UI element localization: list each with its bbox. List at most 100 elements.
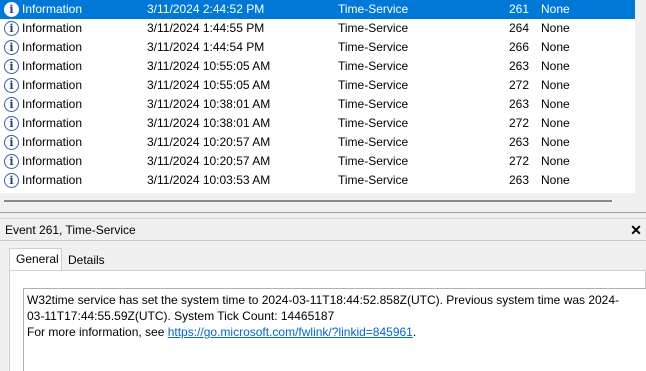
event-date-time: 3/11/2024 10:55:05 AM: [147, 59, 271, 73]
information-icon: i: [4, 21, 19, 36]
pane-splitter[interactable]: [0, 212, 646, 219]
information-icon-cell: i: [4, 38, 20, 57]
event-task-category: None: [541, 173, 570, 187]
event-id: 272: [508, 154, 529, 168]
event-date-time: 3/11/2024 2:44:52 PM: [147, 2, 265, 16]
event-id: 272: [508, 116, 529, 130]
event-task-category: None: [541, 135, 570, 149]
event-level: Information: [22, 40, 83, 54]
tab-general[interactable]: General: [9, 248, 62, 270]
event-source: Time-Service: [338, 116, 409, 130]
event-id: 263: [508, 59, 529, 73]
event-list-vertical-scrollbar[interactable]: [635, 0, 646, 200]
event-row[interactable]: i Information 3/11/2024 2:44:52 PM Time-Ser…: [0, 0, 635, 19]
event-details-title: Event 261, Time-Service: [5, 223, 136, 237]
event-level: Information: [22, 78, 83, 92]
event-details-pane: General Details W32time service has set …: [0, 241, 646, 371]
event-row[interactable]: i Information 3/11/2024 10:03:53 AM Time-Se…: [0, 171, 635, 190]
information-icon: i: [4, 59, 19, 74]
more-info-prefix: For more information, see: [27, 325, 168, 339]
event-id: 263: [508, 97, 529, 111]
tab-details[interactable]: Details: [62, 250, 106, 270]
event-level: Information: [22, 116, 83, 130]
event-row[interactable]: i Information 3/11/2024 10:55:05 AM Time-Se…: [0, 76, 635, 95]
event-list[interactable]: i Information 3/11/2024 2:44:52 PM Time-Ser…: [0, 0, 635, 193]
information-icon: i: [4, 97, 19, 112]
event-date-time: 3/11/2024 10:38:01 AM: [147, 116, 271, 130]
event-level: Information: [22, 173, 83, 187]
event-viewer-window: i Information 3/11/2024 2:44:52 PM Time-Ser…: [0, 0, 646, 371]
more-info-link[interactable]: https://go.microsoft.com/fwlink/?linkid=…: [168, 325, 413, 339]
message-line: W32time service has set the system time …: [27, 293, 620, 307]
event-date-time: 3/11/2024 10:20:57 AM: [147, 135, 271, 149]
event-date-time: 3/11/2024 10:03:53 AM: [147, 173, 271, 187]
information-icon-cell: i: [4, 19, 20, 38]
event-date-time: 3/11/2024 10:38:01 AM: [147, 97, 271, 111]
event-source: Time-Service: [338, 173, 409, 187]
event-id: 266: [508, 40, 529, 54]
information-icon: i: [4, 135, 19, 150]
general-tab-panel: W32time service has set the system time …: [9, 270, 646, 371]
event-date-time: 3/11/2024 1:44:54 PM: [147, 40, 265, 54]
event-row[interactable]: i Information 3/11/2024 10:38:01 AM Time-Se…: [0, 95, 635, 114]
event-id: 272: [508, 78, 529, 92]
close-icon[interactable]: ✕: [629, 219, 643, 241]
event-row[interactable]: i Information 3/11/2024 10:20:57 AM Time-Se…: [0, 152, 635, 171]
more-info-line: For more information, see https://go.mic…: [27, 324, 642, 340]
event-task-category: None: [541, 2, 570, 16]
message-line: 03-11T17:44:55.59Z(UTC). System Tick Cou…: [27, 309, 335, 323]
event-row[interactable]: i Information 3/11/2024 1:44:55 PM Time-Ser…: [0, 19, 635, 38]
event-message-box[interactable]: W32time service has set the system time …: [23, 288, 646, 371]
event-level: Information: [22, 135, 83, 149]
event-task-category: None: [541, 40, 570, 54]
information-icon-cell: i: [4, 76, 20, 95]
event-level: Information: [22, 97, 83, 111]
event-level: Information: [22, 59, 83, 73]
horizontal-scrollbar-thumb[interactable]: [4, 200, 612, 202]
information-icon-cell: i: [4, 171, 20, 190]
event-source: Time-Service: [338, 21, 409, 35]
event-row[interactable]: i Information 3/11/2024 10:55:05 AM Time-Se…: [0, 57, 635, 76]
event-date-time: 3/11/2024 10:20:57 AM: [147, 154, 271, 168]
information-icon: i: [4, 78, 19, 93]
information-icon: i: [4, 40, 19, 55]
event-level: Information: [22, 2, 83, 16]
event-task-category: None: [541, 154, 570, 168]
information-icon-cell: i: [4, 57, 20, 76]
event-details-header: Event 261, Time-Service ✕: [0, 219, 646, 241]
event-list-horizontal-scrollbar[interactable]: [0, 193, 635, 207]
event-id: 263: [508, 173, 529, 187]
event-task-category: None: [541, 116, 570, 130]
information-icon-cell: i: [4, 0, 20, 19]
event-source: Time-Service: [338, 2, 409, 16]
event-source: Time-Service: [338, 135, 409, 149]
event-source: Time-Service: [338, 59, 409, 73]
information-icon-cell: i: [4, 133, 20, 152]
event-date-time: 3/11/2024 10:55:05 AM: [147, 78, 271, 92]
information-icon: i: [4, 154, 19, 169]
event-level: Information: [22, 154, 83, 168]
more-info-suffix: .: [412, 325, 417, 339]
information-icon: i: [4, 116, 19, 131]
event-task-category: None: [541, 78, 570, 92]
information-icon-cell: i: [4, 114, 20, 133]
event-row[interactable]: i Information 3/11/2024 10:20:57 AM Time-Se…: [0, 133, 635, 152]
information-icon-cell: i: [4, 152, 20, 171]
event-task-category: None: [541, 97, 570, 111]
event-id: 261: [508, 2, 529, 16]
information-icon: i: [4, 173, 19, 188]
event-source: Time-Service: [338, 154, 409, 168]
event-level: Information: [22, 21, 83, 35]
event-date-time: 3/11/2024 1:44:55 PM: [147, 21, 265, 35]
event-task-category: None: [541, 59, 570, 73]
event-source: Time-Service: [338, 40, 409, 54]
information-icon: i: [4, 2, 19, 17]
event-source: Time-Service: [338, 78, 409, 92]
information-icon-cell: i: [4, 95, 20, 114]
event-row[interactable]: i Information 3/11/2024 10:38:01 AM Time-Se…: [0, 114, 635, 133]
event-task-category: None: [541, 21, 570, 35]
event-id: 263: [508, 135, 529, 149]
event-id: 264: [508, 21, 529, 35]
event-source: Time-Service: [338, 97, 409, 111]
event-row[interactable]: i Information 3/11/2024 1:44:54 PM Time-Ser…: [0, 38, 635, 57]
